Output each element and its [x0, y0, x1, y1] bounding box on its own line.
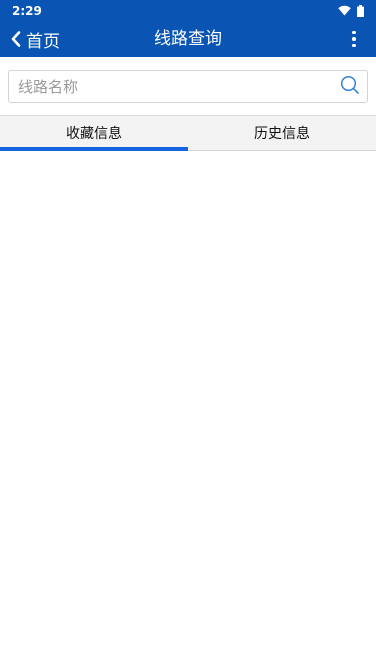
- status-time: 2:29: [12, 3, 42, 18]
- chevron-left-icon: [11, 31, 26, 47]
- tab-bar: 收藏信息 历史信息: [0, 115, 376, 151]
- search-input[interactable]: [9, 71, 333, 102]
- status-icons: [338, 4, 364, 17]
- search-box: [8, 70, 368, 103]
- tab-label: 收藏信息: [66, 126, 122, 142]
- tab-label: 历史信息: [254, 126, 310, 142]
- more-vert-icon[interactable]: [344, 21, 364, 57]
- back-button[interactable]: 首页: [0, 21, 68, 57]
- search-button[interactable]: [333, 71, 367, 102]
- wifi-icon: [338, 5, 351, 16]
- status-bar: 2:29: [0, 0, 376, 21]
- tab-history[interactable]: 历史信息: [188, 116, 376, 150]
- tab-content: [0, 151, 376, 669]
- app-bar: 首页 线路查询: [0, 21, 376, 57]
- back-label: 首页: [26, 31, 60, 52]
- search-bar: [8, 70, 368, 103]
- battery-icon: [357, 4, 364, 17]
- search-icon: [340, 75, 360, 99]
- tab-favorites[interactable]: 收藏信息: [0, 116, 188, 151]
